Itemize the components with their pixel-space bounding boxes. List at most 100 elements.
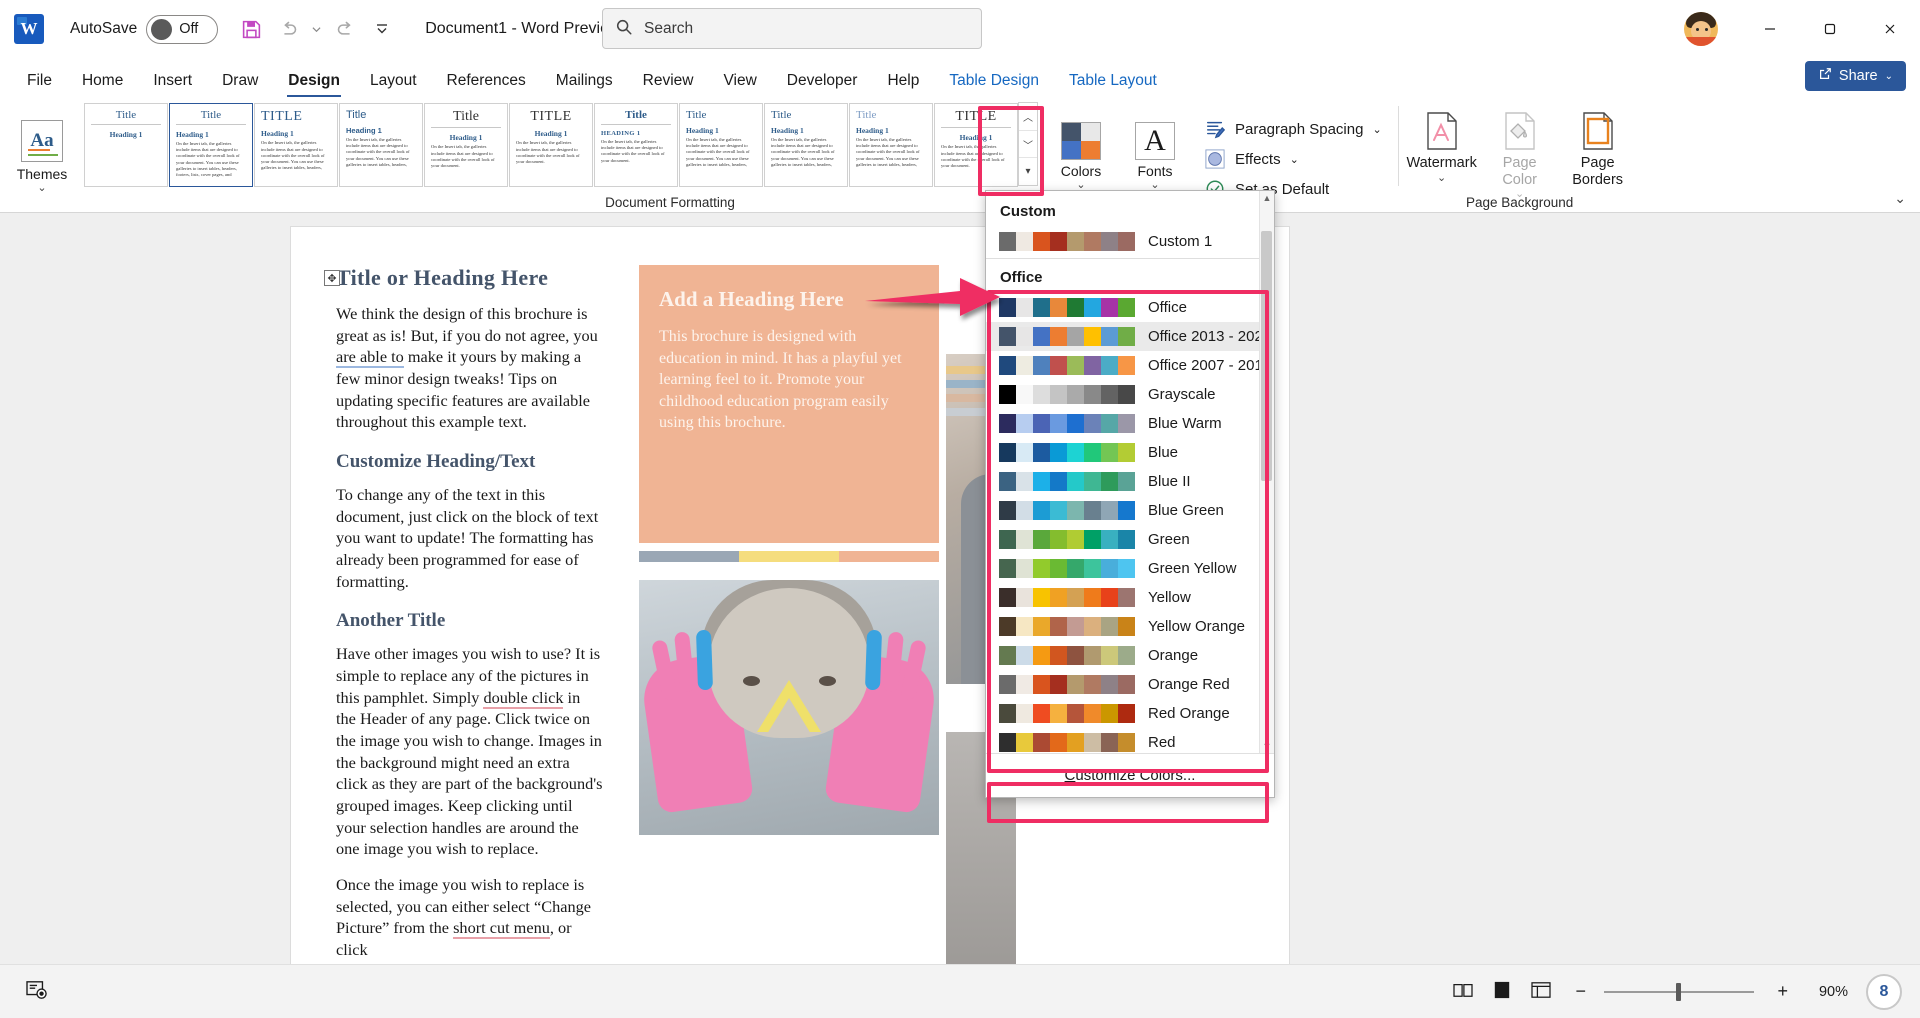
theme-colors-dropdown[interactable]: Custom Custom 1 Office Office Office 201… — [985, 190, 1275, 798]
scroll-up-arrow-icon[interactable]: ▲ — [1263, 193, 1272, 203]
tab-layout[interactable]: Layout — [355, 64, 432, 98]
tab-insert[interactable]: Insert — [138, 64, 207, 98]
document-title: Document1 - Word Preview — [425, 20, 621, 37]
style-thumb[interactable]: Title Heading 1 On the Insert tab, the g… — [764, 103, 848, 187]
word-app-icon[interactable]: W — [14, 14, 44, 44]
dropdown-item-label: Red — [1148, 734, 1176, 751]
ribbon-collapse-icon[interactable]: ⌄ — [1894, 190, 1906, 207]
avatar[interactable] — [1684, 12, 1718, 46]
read-mode-icon[interactable] — [1452, 981, 1474, 1003]
object-move-handle[interactable]: ✥ — [324, 270, 340, 286]
paragraph-spacing-chevron-down-icon[interactable]: ⌄ — [1372, 123, 1381, 136]
themes-chevron-down-icon[interactable]: ⌄ — [37, 181, 46, 194]
effects-button[interactable]: Effects ⌄ — [1204, 148, 1382, 170]
dropdown-item-grayscale[interactable]: Grayscale — [986, 380, 1259, 409]
gallery-scroll-up-icon[interactable]: ︿ — [1019, 103, 1037, 131]
dropdown-item-blue-warm[interactable]: Blue Warm — [986, 409, 1259, 438]
zoom-out-button[interactable]: − — [1570, 981, 1586, 1002]
dropdown-item-yellow-orange[interactable]: Yellow Orange — [986, 612, 1259, 641]
focus-icon[interactable] — [26, 980, 48, 1004]
share-button[interactable]: Share ⌄ — [1804, 61, 1906, 91]
page-color-button[interactable]: Page Color ⌄ — [1481, 104, 1559, 200]
color-swatch-2 — [1033, 327, 1050, 346]
page-borders-button[interactable]: Page Borders — [1559, 104, 1637, 188]
zoom-thumb[interactable] — [1676, 982, 1681, 1001]
color-swatch-4 — [1067, 356, 1084, 375]
undo-dropdown-chevron-icon[interactable] — [308, 12, 325, 46]
watermark-chevron-down-icon[interactable]: ⌄ — [1437, 171, 1446, 184]
style-thumb[interactable]: Title Heading 1 On the Insert tab, the g… — [849, 103, 933, 187]
style-thumb[interactable]: Title Heading 1 On the Insert tab, the g… — [339, 103, 423, 187]
dropdown-scrollbar[interactable]: ▲ ▼ — [1259, 191, 1274, 753]
color-swatch-6 — [1101, 298, 1118, 317]
style-thumb[interactable]: Title Heading 1 On the Insert tab, the g… — [424, 103, 508, 187]
style-thumb[interactable]: Title HEADING 1 On the Insert tab, the g… — [594, 103, 678, 187]
autosave-control[interactable]: AutoSave Off — [70, 14, 219, 44]
tab-view[interactable]: View — [708, 64, 771, 98]
dropdown-item-yellow[interactable]: Yellow — [986, 583, 1259, 612]
undo-icon[interactable] — [271, 12, 305, 46]
paragraph-spacing-button[interactable]: Paragraph Spacing ⌄ — [1204, 118, 1382, 140]
save-icon[interactable] — [234, 12, 268, 46]
tab-developer[interactable]: Developer — [772, 64, 873, 98]
dropdown-item-red[interactable]: Red — [986, 728, 1259, 753]
search-box[interactable]: Search — [602, 8, 982, 49]
themes-button[interactable]: Aa Themes ⌄ — [6, 116, 78, 194]
dropdown-item-office-2013-2022[interactable]: Office 2013 - 2022 — [986, 322, 1259, 351]
tab-file[interactable]: File — [12, 64, 67, 98]
tab-review[interactable]: Review — [628, 64, 709, 98]
zoom-in-button[interactable]: + — [1772, 981, 1788, 1002]
redo-icon[interactable] — [328, 12, 362, 46]
style-thumb-selected[interactable]: Title Heading 1 On the Insert tab, the g… — [169, 103, 253, 187]
style-thumb[interactable]: TITLE Heading 1 On the Insert tab, the g… — [934, 103, 1018, 187]
tab-design[interactable]: Design — [273, 64, 355, 98]
status-badge[interactable]: 8 — [1866, 973, 1902, 1010]
color-swatch-0 — [999, 646, 1016, 665]
sidebox-callout[interactable]: Add a Heading Here This brochure is desi… — [639, 265, 939, 543]
dropdown-item-green-yellow[interactable]: Green Yellow — [986, 554, 1259, 583]
web-layout-icon[interactable] — [1530, 981, 1552, 1003]
gallery-more-icon[interactable]: ▾ — [1019, 158, 1037, 185]
customize-quick-access-icon[interactable] — [365, 12, 399, 46]
scrollbar-thumb[interactable] — [1261, 231, 1272, 481]
close-button[interactable] — [1860, 0, 1920, 58]
color-swatch-1 — [1016, 559, 1033, 578]
effects-chevron-down-icon[interactable]: ⌄ — [1290, 153, 1299, 166]
zoom-level-label[interactable]: 90% — [1806, 984, 1848, 1000]
zoom-slider[interactable] — [1604, 982, 1754, 1001]
style-thumb[interactable]: Title Heading 1 — [84, 103, 168, 187]
autosave-toggle[interactable]: Off — [146, 14, 219, 44]
tab-mailings[interactable]: Mailings — [541, 64, 628, 98]
dropdown-item-office[interactable]: Office — [986, 293, 1259, 322]
style-thumb[interactable]: TITLE Heading 1 On the Insert tab, the g… — [509, 103, 593, 187]
dropdown-item-blue-green[interactable]: Blue Green — [986, 496, 1259, 525]
scroll-down-arrow-icon[interactable]: ▼ — [1263, 741, 1272, 751]
gallery-scroll-down-icon[interactable]: ﹀ — [1019, 131, 1037, 159]
dropdown-item-office-2007-2010[interactable]: Office 2007 - 2010 — [986, 351, 1259, 380]
minimize-button[interactable] — [1740, 0, 1800, 58]
doc-heading-2: Customize Heading/Text — [336, 451, 536, 473]
dropdown-item-orange-red[interactable]: Orange Red — [986, 670, 1259, 699]
customize-colors-button[interactable]: CCustomize Colors...ustomize Colors... — [986, 753, 1274, 797]
style-thumb[interactable]: TITLE Heading 1 On the Insert tab, the g… — [254, 103, 338, 187]
dropdown-item-orange[interactable]: Orange — [986, 641, 1259, 670]
style-thumb[interactable]: Title Heading 1 On the Insert tab, the g… — [679, 103, 763, 187]
photo-child-hands[interactable] — [639, 580, 939, 835]
dropdown-item-blue[interactable]: Blue — [986, 438, 1259, 467]
tab-table-layout[interactable]: Table Layout — [1054, 64, 1172, 98]
search-input[interactable]: Search — [644, 20, 693, 38]
dropdown-item-green[interactable]: Green — [986, 525, 1259, 554]
dropdown-item-blue-ii[interactable]: Blue II — [986, 467, 1259, 496]
colors-button[interactable]: Colors ⌄ — [1050, 119, 1112, 191]
dropdown-item-custom-1[interactable]: Custom 1 — [986, 227, 1259, 256]
tab-home[interactable]: Home — [67, 64, 138, 98]
print-layout-icon[interactable] — [1492, 981, 1512, 1003]
tab-draw[interactable]: Draw — [207, 64, 273, 98]
tab-table-design[interactable]: Table Design — [934, 64, 1054, 98]
fonts-button[interactable]: A Fonts ⌄ — [1124, 119, 1186, 191]
watermark-button[interactable]: Watermark ⌄ — [1403, 104, 1481, 184]
restore-button[interactable] — [1800, 0, 1860, 58]
dropdown-item-red-orange[interactable]: Red Orange — [986, 699, 1259, 728]
tab-help[interactable]: Help — [872, 64, 934, 98]
tab-references[interactable]: References — [432, 64, 541, 98]
